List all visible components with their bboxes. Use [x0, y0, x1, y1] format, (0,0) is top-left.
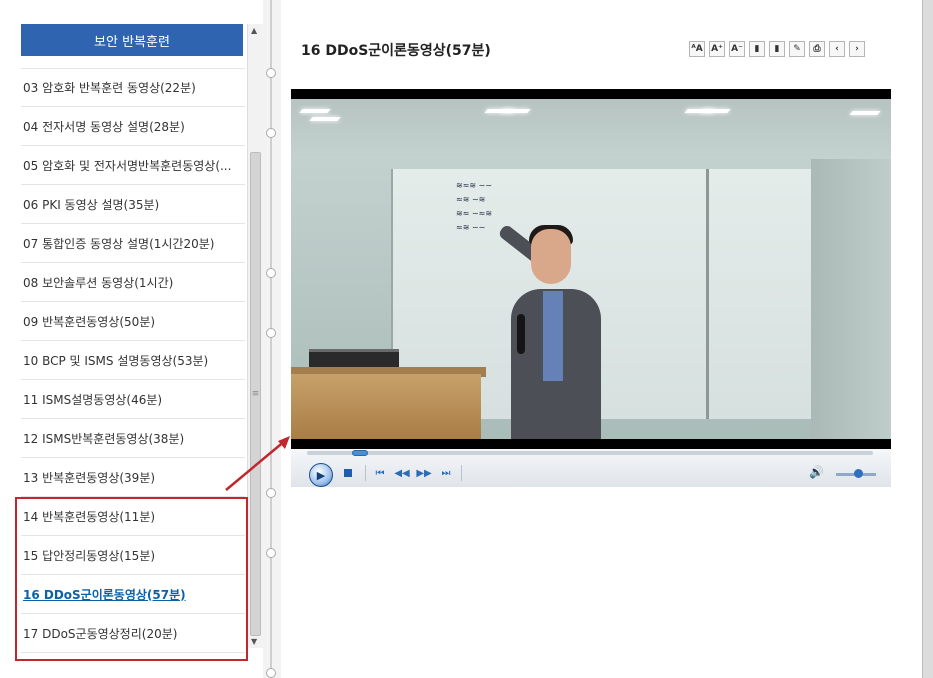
whiteboard-writing-image: ≋≈≋ ∼∼ ≈≋ ∼≋ ≋≈ ∼≈≋ ≈≋ ∼∼: [456, 181, 493, 232]
podium-image: [291, 374, 481, 439]
font-increase-icon[interactable]: A⁺: [709, 41, 725, 57]
toc-item[interactable]: 13 반복훈련동영상(39분): [21, 458, 245, 497]
play-icon[interactable]: ▶: [309, 463, 333, 487]
prev-page-icon[interactable]: ‹: [829, 41, 845, 57]
skip-forward-icon[interactable]: ⏭: [439, 466, 453, 480]
player-controls: ▶ ⏮ ◀◀ ▶▶ ⏭ 🔊: [291, 449, 891, 487]
video-player[interactable]: ≋≈≋ ∼∼ ≈≋ ∼≋ ≋≈ ∼≈≋ ≈≋ ∼∼: [291, 89, 891, 449]
next-page-icon[interactable]: ›: [849, 41, 865, 57]
splitter-knob-icon: [266, 668, 276, 678]
splitter-knob-icon: [266, 548, 276, 558]
toc-item[interactable]: 10 BCP 및 ISMS 설명동영상(53분): [21, 341, 245, 380]
splitter-knob-icon: [266, 128, 276, 138]
splitter-knob-icon: [266, 68, 276, 78]
toc-item[interactable]: 07 통합인증 동영상 설명(1시간20분): [21, 224, 245, 263]
skip-back-icon[interactable]: ⏮: [373, 466, 387, 480]
volume-icon[interactable]: 🔊: [809, 465, 824, 479]
scroll-down-icon[interactable]: ▼: [251, 637, 257, 646]
bookmark-list-icon[interactable]: ▮: [769, 41, 785, 57]
sidebar-scrollbar[interactable]: ▲ ≡ ▼: [247, 24, 264, 648]
scrollbar-thumb[interactable]: ≡: [250, 152, 261, 636]
window-border: [922, 0, 933, 678]
toolbar: ᴬA A⁺ A⁻ ▮ ▮ ✎ ⎙ ‹ ›: [689, 41, 865, 57]
font-reset-icon[interactable]: ᴬA: [689, 41, 705, 57]
font-decrease-icon[interactable]: A⁻: [729, 41, 745, 57]
toc-item[interactable]: 04 전자서명 동영상 설명(28분): [21, 107, 245, 146]
scroll-up-icon[interactable]: ▲: [251, 26, 257, 35]
toc-item[interactable]: 12 ISMS반복훈련동영상(38분): [21, 419, 245, 458]
print-icon[interactable]: ⎙: [809, 41, 825, 57]
microphone-image: [517, 314, 525, 354]
annotation-highlight-box: [15, 497, 248, 661]
bookmark-icon[interactable]: ▮: [749, 41, 765, 57]
toc-item[interactable]: 11 ISMS설명동영상(46분): [21, 380, 245, 419]
splitter-knob-icon: [266, 488, 276, 498]
splitter-knob-icon: [266, 268, 276, 278]
rewind-icon[interactable]: ◀◀: [394, 466, 409, 480]
fast-forward-icon[interactable]: ▶▶: [416, 466, 431, 480]
toc-item[interactable]: 05 암호화 및 전자서명반복훈련동영상(...: [21, 146, 245, 185]
seek-bar[interactable]: [307, 450, 873, 456]
toc-item[interactable]: 09 반복훈련동영상(50분): [21, 302, 245, 341]
toc-item[interactable]: 08 보안솔루션 동영상(1시간): [21, 263, 245, 302]
page-title: 16 DDoS군이론동영상(57분): [301, 43, 491, 59]
sidebar-header[interactable]: 보안 반복훈련: [21, 24, 243, 56]
stop-icon[interactable]: [343, 468, 353, 478]
edit-note-icon[interactable]: ✎: [789, 41, 805, 57]
video-frame[interactable]: ≋≈≋ ∼∼ ≈≋ ∼≋ ≋≈ ∼≈≋ ≈≋ ∼∼: [291, 99, 891, 439]
toc-item[interactable]: 03 암호화 반복훈련 동영상(22분): [21, 68, 245, 107]
splitter-knob-icon: [266, 328, 276, 338]
volume-thumb[interactable]: [854, 469, 863, 478]
pane-splitter[interactable]: [263, 0, 281, 678]
seek-thumb[interactable]: [352, 450, 369, 456]
main-content: 16 DDoS군이론동영상(57분) ᴬA A⁺ A⁻ ▮ ▮ ✎ ⎙ ‹ › …: [281, 0, 922, 678]
toc-item[interactable]: 06 PKI 동영상 설명(35분): [21, 185, 245, 224]
